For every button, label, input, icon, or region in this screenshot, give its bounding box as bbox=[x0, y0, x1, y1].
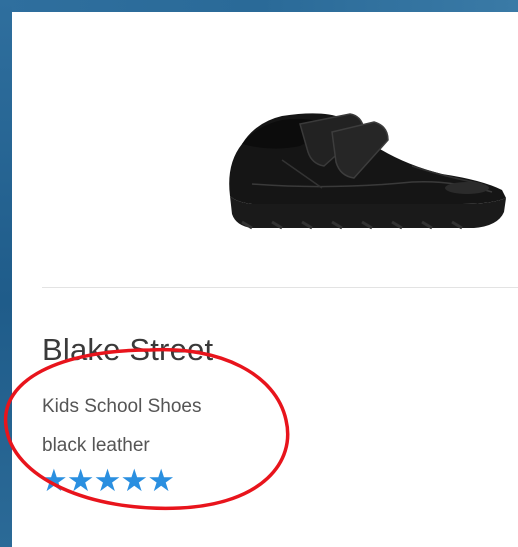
star-icon: ★ bbox=[93, 463, 122, 498]
window-frame-top bbox=[0, 0, 518, 12]
product-category: Kids School Shoes bbox=[42, 396, 202, 417]
star-icon: ★ bbox=[40, 463, 68, 498]
product-title[interactable]: Blake Street bbox=[42, 332, 213, 368]
product-color: black leather bbox=[42, 435, 150, 456]
divider bbox=[42, 287, 518, 288]
star-icon: ★ bbox=[120, 463, 148, 498]
rating-stars: ★★★★★ bbox=[40, 463, 175, 498]
window-frame-left bbox=[0, 0, 12, 547]
star-icon: ★ bbox=[147, 463, 175, 498]
product-card[interactable]: Blake Street Kids School Shoes black lea… bbox=[12, 12, 518, 547]
star-icon: ★ bbox=[66, 463, 95, 498]
shoe-image[interactable] bbox=[212, 104, 512, 244]
